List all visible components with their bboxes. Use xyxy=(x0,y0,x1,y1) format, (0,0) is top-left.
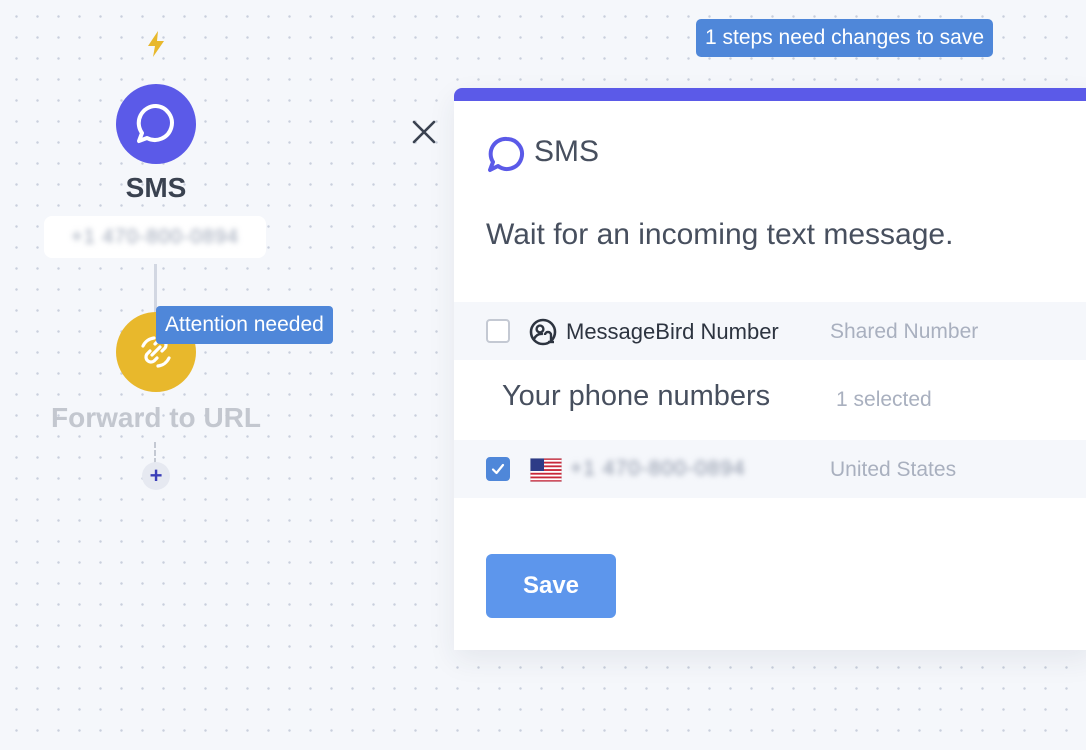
save-button[interactable]: Save xyxy=(486,554,616,618)
selected-count: 1 selected xyxy=(836,388,932,411)
us-flag-icon xyxy=(530,458,562,482)
messagebird-number-label: MessageBird Number xyxy=(566,319,779,344)
add-step-button[interactable]: + xyxy=(142,462,170,490)
phone-number-checkbox[interactable] xyxy=(486,457,510,481)
shared-number-tag: Shared Number xyxy=(830,320,979,343)
sms-step-number-text: +1 470-800-0894 xyxy=(71,225,239,248)
phone-number-country: United States xyxy=(830,458,957,481)
chat-bubble-icon xyxy=(488,136,524,172)
sms-step-node[interactable] xyxy=(116,84,196,164)
sms-step-number: +1 470-800-0894 xyxy=(44,216,266,258)
sms-config-panel: SMS Wait for an incoming text message. M… xyxy=(454,88,1086,650)
close-icon[interactable] xyxy=(408,116,440,148)
phone-number-row[interactable]: +1 470-800-0894 United States xyxy=(454,440,1086,498)
your-phone-numbers-heading: Your phone numbers xyxy=(502,380,771,412)
dashed-connector xyxy=(154,442,156,464)
shared-number-row[interactable]: MessageBird Number Shared Number xyxy=(454,302,1086,360)
attention-needed-badge: Attention needed xyxy=(156,306,333,344)
phone-number-text: +1 470-800-0894 xyxy=(570,457,746,480)
forward-step-label: Forward to URL xyxy=(51,402,261,433)
lightning-bolt-icon xyxy=(148,31,164,57)
panel-accent-bar xyxy=(454,88,1086,101)
checkmark-icon xyxy=(491,463,505,475)
sms-step-title: SMS xyxy=(125,172,187,203)
panel-title: SMS xyxy=(534,135,600,168)
chat-bubble-icon xyxy=(136,103,174,143)
messagebird-icon xyxy=(529,318,557,346)
shared-number-checkbox[interactable] xyxy=(486,319,510,343)
changes-needed-banner: 1 steps need changes to save xyxy=(696,19,994,57)
panel-description: Wait for an incoming text message. xyxy=(486,218,954,251)
